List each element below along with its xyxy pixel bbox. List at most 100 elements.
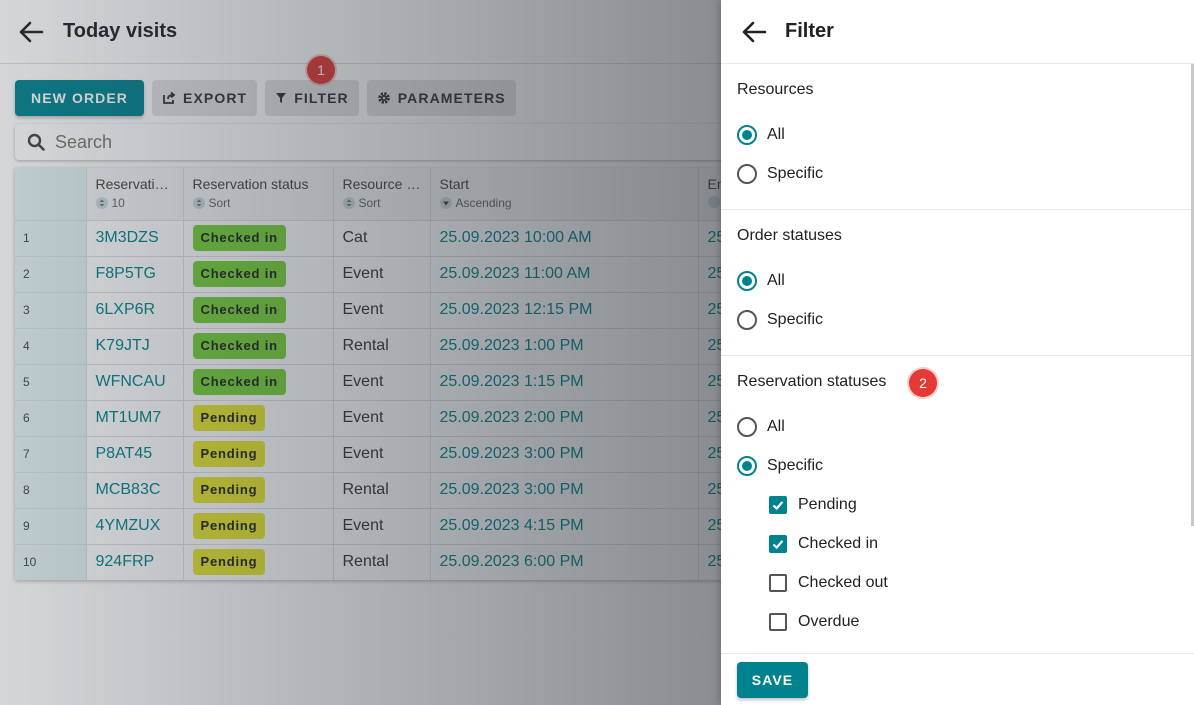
status-badge: Pending bbox=[192, 549, 266, 575]
status-cell: Checked in bbox=[183, 364, 334, 401]
save-button[interactable]: SAVE bbox=[737, 662, 808, 698]
resource-cell: Cat bbox=[333, 220, 431, 257]
radio-selected-icon bbox=[737, 124, 757, 145]
section-title: Reservation statuses bbox=[737, 373, 887, 390]
option-label: All bbox=[767, 125, 785, 143]
reservation-status-checkbox-option[interactable]: Pending bbox=[721, 485, 1194, 524]
section-title: Resources bbox=[737, 81, 814, 98]
back-arrow-icon[interactable] bbox=[16, 18, 46, 46]
radio-unselected-icon bbox=[737, 416, 757, 437]
checkbox-checked-icon bbox=[769, 534, 787, 553]
export-button[interactable]: EXPORT bbox=[152, 80, 258, 116]
new-order-button[interactable]: NEW ORDER bbox=[15, 80, 145, 116]
start-cell: 25.09.2023 12:15 PM bbox=[430, 292, 699, 329]
reservation-statuses-section: Reservation statuses 2 All Specific Pend… bbox=[721, 356, 1194, 653]
column-header-resource-name[interactable]: Resource n… Sort bbox=[333, 168, 431, 221]
option-label: Pending bbox=[798, 495, 857, 513]
reservation-code-link[interactable]: WFNCAU bbox=[86, 364, 184, 401]
reservation-status-checkbox-option[interactable]: Checked in bbox=[721, 524, 1194, 563]
search-icon bbox=[27, 133, 45, 151]
filter-label: FILTER bbox=[294, 90, 349, 106]
status-badge: Checked in bbox=[192, 261, 286, 287]
row-number: 8 bbox=[15, 472, 87, 509]
option-label: Overdue bbox=[798, 612, 860, 630]
column-header-start[interactable]: Start Ascending bbox=[430, 168, 699, 221]
reservation-code-link[interactable]: K79JTJ bbox=[86, 328, 184, 365]
column-header-reservation-status[interactable]: Reservation status Sort bbox=[183, 168, 334, 221]
row-number: 4 bbox=[15, 328, 87, 365]
reservation-code-link[interactable]: 3M3DZS bbox=[86, 220, 184, 257]
parameters-label: PARAMETERS bbox=[397, 90, 506, 106]
order-statuses-section: Order statuses All Specific bbox=[721, 210, 1194, 356]
search-input[interactable] bbox=[55, 131, 655, 153]
reservation-statuses-specific-option[interactable]: Specific bbox=[721, 446, 1194, 485]
header-label: Start bbox=[439, 176, 470, 192]
sort-label: Ascending bbox=[455, 196, 512, 210]
status-cell: Pending bbox=[183, 400, 334, 437]
sort-label: Sort bbox=[208, 196, 231, 210]
status-cell: Pending bbox=[183, 472, 334, 509]
resource-cell: Event bbox=[333, 436, 431, 473]
reservation-code-link[interactable]: P8AT45 bbox=[86, 436, 184, 473]
reservation-status-checkbox-option[interactable]: Checked out bbox=[721, 563, 1194, 602]
resource-cell: Event bbox=[333, 508, 431, 545]
row-number: 3 bbox=[15, 292, 87, 329]
sort-icon bbox=[707, 196, 720, 208]
status-cell: Pending bbox=[183, 544, 334, 580]
drawer-header: Filter bbox=[721, 0, 1194, 64]
section-title: Order statuses bbox=[737, 227, 842, 244]
resources-all-option[interactable]: All bbox=[721, 115, 1194, 154]
back-arrow-icon[interactable] bbox=[739, 18, 769, 46]
reservation-code-link[interactable]: F8P5TG bbox=[86, 256, 184, 293]
option-label: Checked out bbox=[798, 573, 888, 591]
resource-cell: Event bbox=[333, 400, 431, 437]
resource-cell: Event bbox=[333, 292, 431, 329]
sort-label: 10 bbox=[111, 196, 125, 210]
parameters-button[interactable]: PARAMETERS bbox=[366, 80, 516, 116]
reservation-status-checkbox-option[interactable]: Overdue bbox=[721, 602, 1194, 641]
resources-specific-option[interactable]: Specific bbox=[721, 154, 1194, 193]
reservation-code-link[interactable]: 6LXP6R bbox=[86, 292, 184, 329]
status-badge: Pending bbox=[192, 477, 266, 503]
export-label: EXPORT bbox=[183, 90, 248, 106]
row-number: 7 bbox=[15, 436, 87, 473]
status-badge: Checked in bbox=[192, 297, 286, 323]
status-badge: Pending bbox=[192, 513, 266, 539]
status-cell: Checked in bbox=[183, 292, 334, 329]
start-cell: 25.09.2023 1:00 PM bbox=[430, 328, 699, 365]
status-cell: Pending bbox=[183, 508, 334, 545]
order-statuses-all-option[interactable]: All bbox=[721, 261, 1194, 300]
start-cell: 25.09.2023 4:15 PM bbox=[430, 508, 699, 545]
status-cell: Checked in bbox=[183, 220, 334, 257]
row-number: 1 bbox=[15, 220, 87, 257]
filter-icon bbox=[276, 93, 287, 103]
drawer-footer: SAVE bbox=[721, 653, 1194, 705]
reservation-statuses-all-option[interactable]: All bbox=[721, 407, 1194, 446]
start-cell: 25.09.2023 3:00 PM bbox=[430, 472, 699, 509]
page-title: Today visits bbox=[63, 20, 178, 42]
column-header-reservation-code[interactable]: Reservatio… 10 bbox=[86, 168, 184, 221]
checkbox-unchecked-icon bbox=[769, 573, 787, 592]
reservation-code-link[interactable]: 924FRP bbox=[86, 544, 184, 580]
filter-button[interactable]: FILTER bbox=[265, 80, 359, 116]
radio-selected-icon bbox=[737, 455, 757, 476]
header-label: Resource n… bbox=[342, 176, 422, 192]
filter-drawer: Filter Resources All Specific Order stat… bbox=[721, 0, 1194, 705]
status-badge: Checked in bbox=[192, 333, 286, 359]
reservation-code-link[interactable]: MT1UM7 bbox=[86, 400, 184, 437]
start-cell: 25.09.2023 2:00 PM bbox=[430, 400, 699, 437]
order-statuses-specific-option[interactable]: Specific bbox=[721, 300, 1194, 339]
status-cell: Pending bbox=[183, 436, 334, 473]
new-order-label: NEW ORDER bbox=[31, 90, 129, 106]
gear-icon bbox=[377, 92, 390, 104]
drawer-title: Filter bbox=[785, 20, 834, 42]
reservation-code-link[interactable]: 4YMZUX bbox=[86, 508, 184, 545]
header-label: Reservation status bbox=[192, 176, 309, 192]
checkbox-checked-icon bbox=[769, 495, 787, 514]
sort-label: Sort bbox=[358, 196, 381, 210]
resource-cell: Rental bbox=[333, 544, 431, 580]
reservation-code-link[interactable]: MCB83C bbox=[86, 472, 184, 509]
step-badge-2: 2 bbox=[909, 369, 937, 397]
start-cell: 25.09.2023 11:00 AM bbox=[430, 256, 699, 293]
sort-icon bbox=[342, 197, 355, 209]
